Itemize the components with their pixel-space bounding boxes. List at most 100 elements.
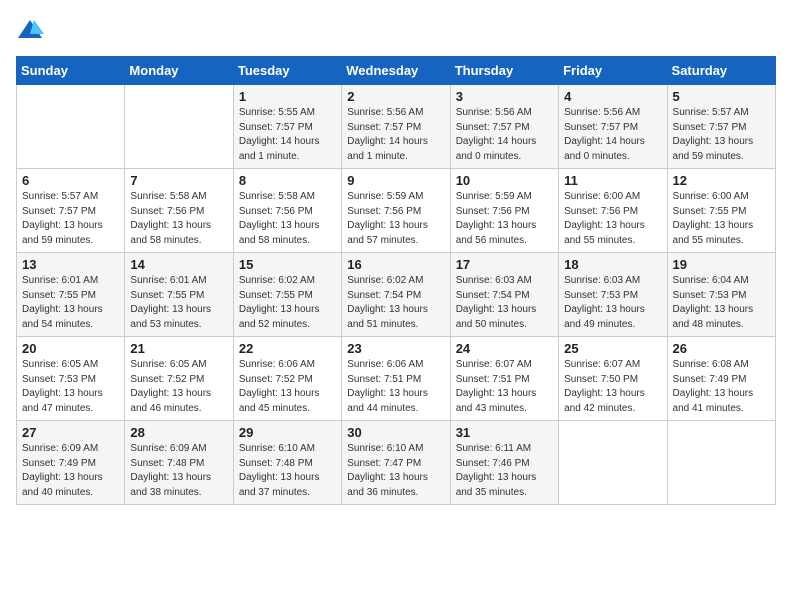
day-number: 22 [239, 341, 336, 356]
day-info: Sunrise: 6:09 AM Sunset: 7:48 PM Dayligh… [130, 442, 227, 500]
page-header [16, 16, 776, 44]
weekday-header-friday: Friday [559, 57, 667, 85]
calendar-week-5: 27 Sunrise: 6:09 AM Sunset: 7:49 PM Dayli… [17, 421, 776, 505]
day-info: Sunrise: 5:57 AM Sunset: 7:57 PM Dayligh… [673, 106, 770, 164]
logo [16, 16, 48, 44]
day-info: Sunrise: 6:06 AM Sunset: 7:51 PM Dayligh… [347, 358, 444, 416]
calendar-cell: 16 Sunrise: 6:02 AM Sunset: 7:54 PM Dayli… [342, 253, 450, 337]
calendar-cell: 15Sunrise: 6:02 AM Sunset: 7:55 PM Dayli… [233, 253, 341, 337]
calendar-cell: 25 Sunrise: 6:07 AM Sunset: 7:50 PM Dayli… [559, 337, 667, 421]
day-info: Sunrise: 6:07 AM Sunset: 7:50 PM Dayligh… [564, 358, 661, 416]
calendar-cell [125, 85, 233, 169]
calendar-cell [667, 421, 775, 505]
day-info: Sunrise: 6:08 AM Sunset: 7:49 PM Dayligh… [673, 358, 770, 416]
day-info: Sunrise: 6:04 AM Sunset: 7:53 PM Dayligh… [673, 274, 770, 332]
calendar-cell: 20 Sunrise: 6:05 AM Sunset: 7:53 PM Dayli… [17, 337, 125, 421]
calendar-cell: 24Sunrise: 6:07 AM Sunset: 7:51 PM Dayli… [450, 337, 558, 421]
day-info: Sunrise: 6:01 AM Sunset: 7:55 PM Dayligh… [130, 274, 227, 332]
calendar-cell: 9 Sunrise: 5:59 AM Sunset: 7:56 PM Daylig… [342, 169, 450, 253]
weekday-header-wednesday: Wednesday [342, 57, 450, 85]
day-number: 8 [239, 173, 336, 188]
day-info: Sunrise: 6:00 AM Sunset: 7:56 PM Dayligh… [564, 190, 661, 248]
calendar-table: SundayMondayTuesdayWednesdayThursdayFrid… [16, 56, 776, 505]
day-info: Sunrise: 6:03 AM Sunset: 7:53 PM Dayligh… [564, 274, 661, 332]
day-info: Sunrise: 6:05 AM Sunset: 7:52 PM Dayligh… [130, 358, 227, 416]
day-info: Sunrise: 5:57 AM Sunset: 7:57 PM Dayligh… [22, 190, 119, 248]
calendar-cell: 21 Sunrise: 6:05 AM Sunset: 7:52 PM Dayli… [125, 337, 233, 421]
calendar-cell: 29Sunrise: 6:10 AM Sunset: 7:48 PM Dayli… [233, 421, 341, 505]
day-info: Sunrise: 5:59 AM Sunset: 7:56 PM Dayligh… [456, 190, 553, 248]
calendar-cell: 23 Sunrise: 6:06 AM Sunset: 7:51 PM Dayli… [342, 337, 450, 421]
day-info: Sunrise: 6:01 AM Sunset: 7:55 PM Dayligh… [22, 274, 119, 332]
calendar-cell: 17 Sunrise: 6:03 AM Sunset: 7:54 PM Dayli… [450, 253, 558, 337]
calendar-week-4: 20 Sunrise: 6:05 AM Sunset: 7:53 PM Dayli… [17, 337, 776, 421]
day-info: Sunrise: 6:11 AM Sunset: 7:46 PM Dayligh… [456, 442, 553, 500]
day-number: 27 [22, 425, 119, 440]
calendar-cell: 3Sunrise: 5:56 AM Sunset: 7:57 PM Daylig… [450, 85, 558, 169]
day-info: Sunrise: 5:58 AM Sunset: 7:56 PM Dayligh… [239, 190, 336, 248]
calendar-cell: 1 Sunrise: 5:55 AM Sunset: 7:57 PM Daylig… [233, 85, 341, 169]
calendar-cell: 12 Sunrise: 6:00 AM Sunset: 7:55 PM Dayli… [667, 169, 775, 253]
weekday-header-tuesday: Tuesday [233, 57, 341, 85]
day-number: 11 [564, 173, 661, 188]
day-info: Sunrise: 6:03 AM Sunset: 7:54 PM Dayligh… [456, 274, 553, 332]
weekday-header-saturday: Saturday [667, 57, 775, 85]
day-number: 21 [130, 341, 227, 356]
calendar-week-3: 13 Sunrise: 6:01 AM Sunset: 7:55 PM Dayli… [17, 253, 776, 337]
day-info: Sunrise: 6:05 AM Sunset: 7:53 PM Dayligh… [22, 358, 119, 416]
day-info: Sunrise: 5:58 AM Sunset: 7:56 PM Dayligh… [130, 190, 227, 248]
day-number: 9 [347, 173, 444, 188]
logo-icon [16, 16, 44, 44]
day-number: 7 [130, 173, 227, 188]
calendar-cell: 2 Sunrise: 5:56 AM Sunset: 7:57 PM Daylig… [342, 85, 450, 169]
day-info: Sunrise: 6:06 AM Sunset: 7:52 PM Dayligh… [239, 358, 336, 416]
day-info: Sunrise: 6:09 AM Sunset: 7:49 PM Dayligh… [22, 442, 119, 500]
calendar-cell: 8 Sunrise: 5:58 AM Sunset: 7:56 PM Daylig… [233, 169, 341, 253]
calendar-cell: 4Sunrise: 5:56 AM Sunset: 7:57 PM Daylig… [559, 85, 667, 169]
calendar-week-2: 6 Sunrise: 5:57 AM Sunset: 7:57 PM Daylig… [17, 169, 776, 253]
calendar-header-row: SundayMondayTuesdayWednesdayThursdayFrid… [17, 57, 776, 85]
day-info: Sunrise: 6:00 AM Sunset: 7:55 PM Dayligh… [673, 190, 770, 248]
weekday-header-sunday: Sunday [17, 57, 125, 85]
day-number: 6 [22, 173, 119, 188]
day-number: 18 [564, 257, 661, 272]
calendar-cell: 14Sunrise: 6:01 AM Sunset: 7:55 PM Dayli… [125, 253, 233, 337]
day-info: Sunrise: 6:02 AM Sunset: 7:54 PM Dayligh… [347, 274, 444, 332]
day-info: Sunrise: 6:10 AM Sunset: 7:47 PM Dayligh… [347, 442, 444, 500]
day-number: 20 [22, 341, 119, 356]
day-info: Sunrise: 5:59 AM Sunset: 7:56 PM Dayligh… [347, 190, 444, 248]
day-number: 25 [564, 341, 661, 356]
day-info: Sunrise: 5:55 AM Sunset: 7:57 PM Dayligh… [239, 106, 336, 164]
day-number: 3 [456, 89, 553, 104]
day-number: 30 [347, 425, 444, 440]
calendar-cell: 27 Sunrise: 6:09 AM Sunset: 7:49 PM Dayli… [17, 421, 125, 505]
calendar-cell: 10 Sunrise: 5:59 AM Sunset: 7:56 PM Dayli… [450, 169, 558, 253]
day-number: 16 [347, 257, 444, 272]
day-number: 31 [456, 425, 553, 440]
day-info: Sunrise: 6:02 AM Sunset: 7:55 PM Dayligh… [239, 274, 336, 332]
calendar-cell: 19Sunrise: 6:04 AM Sunset: 7:53 PM Dayli… [667, 253, 775, 337]
calendar-cell: 31 Sunrise: 6:11 AM Sunset: 7:46 PM Dayli… [450, 421, 558, 505]
day-number: 2 [347, 89, 444, 104]
calendar-cell: 11 Sunrise: 6:00 AM Sunset: 7:56 PM Dayli… [559, 169, 667, 253]
calendar-week-1: 1 Sunrise: 5:55 AM Sunset: 7:57 PM Daylig… [17, 85, 776, 169]
day-number: 28 [130, 425, 227, 440]
calendar-cell [17, 85, 125, 169]
day-number: 26 [673, 341, 770, 356]
day-info: Sunrise: 5:56 AM Sunset: 7:57 PM Dayligh… [564, 106, 661, 164]
weekday-header-thursday: Thursday [450, 57, 558, 85]
day-info: Sunrise: 5:56 AM Sunset: 7:57 PM Dayligh… [347, 106, 444, 164]
day-number: 17 [456, 257, 553, 272]
day-number: 10 [456, 173, 553, 188]
weekday-header-monday: Monday [125, 57, 233, 85]
calendar-cell: 22 Sunrise: 6:06 AM Sunset: 7:52 PM Dayli… [233, 337, 341, 421]
day-number: 13 [22, 257, 119, 272]
day-info: Sunrise: 6:07 AM Sunset: 7:51 PM Dayligh… [456, 358, 553, 416]
day-number: 23 [347, 341, 444, 356]
calendar-cell: 5Sunrise: 5:57 AM Sunset: 7:57 PM Daylig… [667, 85, 775, 169]
day-number: 12 [673, 173, 770, 188]
day-number: 1 [239, 89, 336, 104]
calendar-cell: 26 Sunrise: 6:08 AM Sunset: 7:49 PM Dayli… [667, 337, 775, 421]
calendar-cell: 7 Sunrise: 5:58 AM Sunset: 7:56 PM Daylig… [125, 169, 233, 253]
day-info: Sunrise: 6:10 AM Sunset: 7:48 PM Dayligh… [239, 442, 336, 500]
